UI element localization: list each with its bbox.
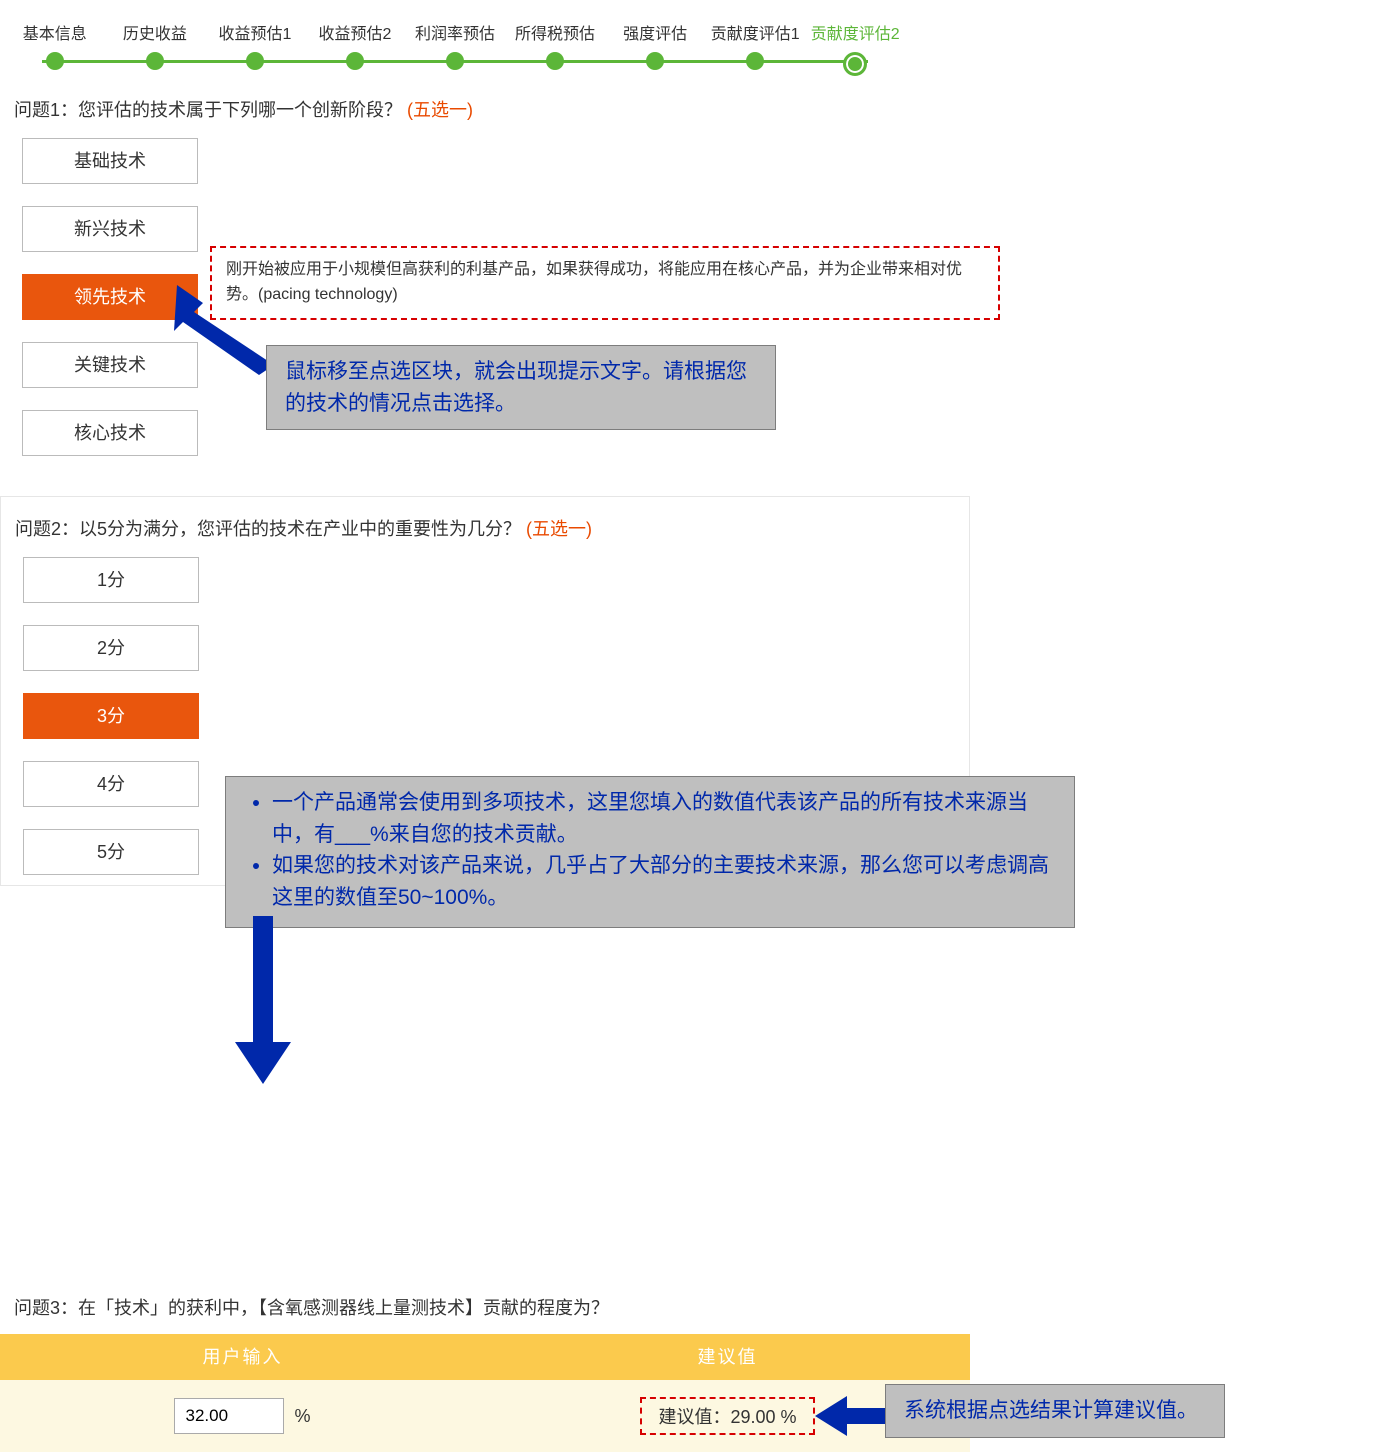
q1-option-leading[interactable]: 领先技术 — [22, 274, 198, 320]
step-basic-info[interactable]: 基本信息 — [6, 20, 104, 70]
annotation-1-text: 鼠标移至点选区块，就会出现提示文字。请根据您的技术的情况点击选择。 — [285, 360, 747, 415]
step-label: 历史收益 — [106, 20, 204, 44]
step-tax-est[interactable]: 所得税预估 — [506, 20, 604, 70]
q1-title-text: 问题1：您评估的技术属于下列哪一个创新阶段？ — [14, 100, 402, 120]
q3-user-input-cell: % — [0, 1398, 485, 1434]
step-label: 利润率预估 — [406, 20, 504, 44]
q1-tooltip-text: 刚开始被应用于小规模但高获利的利基产品，如果获得成功，将能应用在核心产品，并为企… — [226, 261, 962, 303]
step-label: 收益预估2 — [306, 20, 404, 44]
q1-title-paren: (五选一) — [407, 100, 473, 120]
annotation-3-text: 系统根据点选结果计算建议值。 — [904, 1399, 1198, 1422]
step-intensity[interactable]: 强度评估 — [606, 20, 704, 70]
q3-user-unit: % — [294, 1406, 310, 1427]
step-dot-icon — [446, 52, 464, 70]
step-dot-icon — [546, 52, 564, 70]
step-label: 贡献度评估1 — [706, 20, 804, 44]
step-dot-icon — [646, 52, 664, 70]
step-dot-icon — [146, 52, 164, 70]
step-label: 所得税预估 — [506, 20, 604, 44]
step-label: 收益预估1 — [206, 20, 304, 44]
question-1-title: 问题1：您评估的技术属于下列哪一个创新阶段？ (五选一) — [14, 96, 970, 122]
step-profit-est-1[interactable]: 收益预估1 — [206, 20, 304, 70]
step-label: 贡献度评估2 — [806, 20, 904, 44]
step-contribution-1[interactable]: 贡献度评估1 — [706, 20, 804, 70]
q1-option-emerging[interactable]: 新兴技术 — [22, 206, 198, 252]
step-dot-icon — [746, 52, 764, 70]
step-label: 基本信息 — [6, 20, 104, 44]
question-3-title: 问题3：在「技术」的获利中，【含氧感测器线上量测技术】贡献的程度为？ — [14, 1294, 970, 1320]
q3-user-input[interactable] — [174, 1398, 284, 1434]
q3-head-suggest: 建议值 — [485, 1334, 970, 1380]
step-history[interactable]: 历史收益 — [106, 20, 204, 70]
q3-header-row: 用户输入 建议值 — [0, 1334, 970, 1380]
step-dot-icon — [843, 52, 867, 76]
q1-tooltip-box: 刚开始被应用于小规模但高获利的利基产品，如果获得成功，将能应用在核心产品，并为企… — [210, 246, 1000, 320]
q1-option-basic[interactable]: 基础技术 — [22, 138, 198, 184]
step-profit-est-2[interactable]: 收益预估2 — [306, 20, 404, 70]
step-margin-est[interactable]: 利润率预估 — [406, 20, 504, 70]
q3-suggest-value: 建议值：29.00 % — [640, 1397, 814, 1435]
step-dot-icon — [246, 52, 264, 70]
step-dot-icon — [46, 52, 64, 70]
step-contribution-2[interactable]: 贡献度评估2 — [806, 20, 904, 76]
step-label: 强度评估 — [606, 20, 704, 44]
q1-option-key[interactable]: 关键技术 — [22, 342, 198, 388]
question-3-panel: 问题3：在「技术」的获利中，【含氧感测器线上量测技术】贡献的程度为？ 用户输入 … — [0, 1294, 970, 1452]
annotation-suggest-explain: 系统根据点选结果计算建议值。 — [885, 1384, 1225, 1438]
progress-stepper: 基本信息 历史收益 收益预估1 收益预估2 利润率预估 所得税预估 强度评估 贡… — [0, 0, 910, 78]
question-1-panel: 问题1：您评估的技术属于下列哪一个创新阶段？ (五选一) 基础技术 新兴技术 领… — [0, 78, 970, 488]
q3-head-user-input: 用户输入 — [0, 1334, 485, 1380]
step-dot-icon — [346, 52, 364, 70]
q1-option-core[interactable]: 核心技术 — [22, 410, 198, 456]
annotation-hover-hint: 鼠标移至点选区块，就会出现提示文字。请根据您的技术的情况点击选择。 — [266, 345, 776, 430]
q3-body-row: % 建议值：29.00 % — [0, 1380, 970, 1452]
